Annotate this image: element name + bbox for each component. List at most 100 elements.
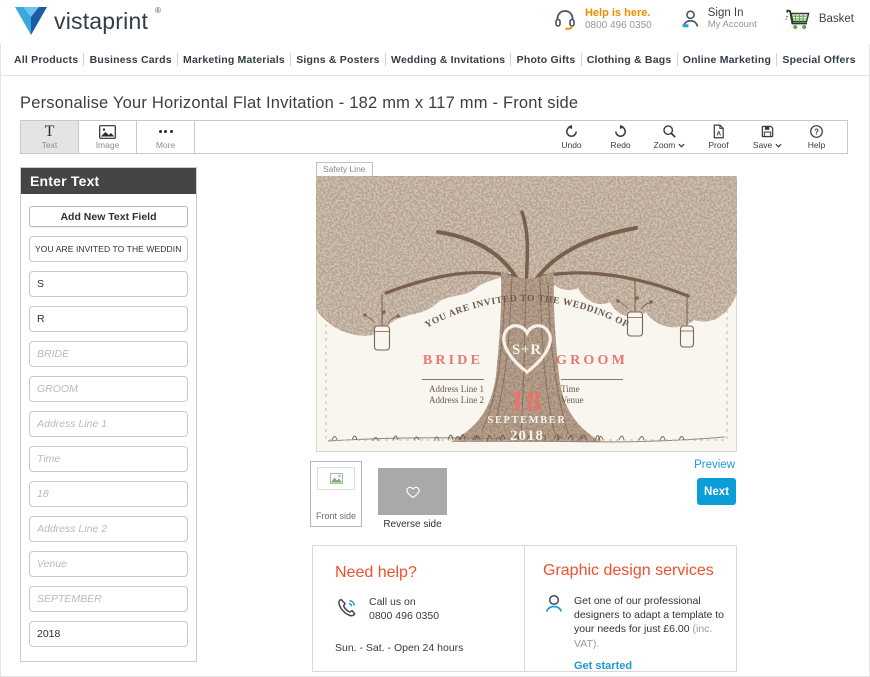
nav-divider [385,53,386,66]
reverse-side-label: Reverse side [378,519,447,530]
redo-button[interactable]: Redo [596,124,645,150]
address-line-1-text[interactable]: Address Line 1 [429,384,484,394]
proof-label: Proof [708,140,728,150]
help-title: Help is here. [585,7,652,20]
venue-text[interactable]: Venue [561,395,584,405]
help-button[interactable]: ? Help [792,124,841,150]
text-field-month[interactable] [29,586,188,612]
groom-text[interactable]: GROOM [556,353,628,368]
nav-wedding-invitations[interactable]: Wedding & Invitations [391,54,505,66]
help-icon: ? [809,124,824,139]
support-phone-number: 0800 496 0350 [369,610,439,624]
save-floppy-icon [760,124,775,139]
zoom-button[interactable]: Zoom [645,124,694,150]
nav-divider [510,53,511,66]
zoom-icon [662,124,677,139]
help-contact[interactable]: Help is here. 0800 496 0350 [553,7,652,31]
nav-divider [677,53,678,66]
initials-text[interactable]: S+R [512,342,542,358]
text-field-invited[interactable] [29,236,188,262]
zoom-label: Zoom [654,140,676,150]
vistaprint-logo[interactable]: vistaprint ® [14,6,161,36]
redo-label: Redo [610,140,630,150]
text-field-bride[interactable] [29,341,188,367]
headset-icon [553,7,577,31]
text-field-groom[interactable] [29,376,188,402]
image-tool-icon [99,124,116,139]
phone-icon [335,596,359,620]
design-services-body: Get one of our professional designers to… [574,594,734,651]
header-utilities: Help is here. 0800 496 0350 Sign In My A… [553,7,854,31]
editor-toolbar: T Text Image More Undo [20,120,848,154]
front-side-thumbnail[interactable]: Front side [310,461,362,527]
proof-button[interactable]: A Proof [694,124,743,150]
site-header: vistaprint ® Help is here. 0800 496 0350 [0,0,870,44]
nav-signs-posters[interactable]: Signs & Posters [296,54,380,66]
nav-divider [83,53,84,66]
front-side-label: Front side [311,511,361,521]
design-canvas[interactable]: YOU ARE INVITED TO THE WEDDING OF BRIDE … [316,176,737,452]
vistaprint-editor-page: vistaprint ® Help is here. 0800 496 0350 [0,0,870,677]
nav-photo-gifts[interactable]: Photo Gifts [517,54,576,66]
design-services-section: Graphic design services Get one of our p… [524,546,736,671]
tab-text[interactable]: T Text [21,121,79,153]
undo-icon [564,124,579,139]
day-text[interactable]: 18 [510,383,543,418]
text-field-venue[interactable] [29,551,188,577]
text-field-time[interactable] [29,446,188,472]
text-field-initial-s[interactable] [29,271,188,297]
nav-online-marketing[interactable]: Online Marketing [683,54,771,66]
person-icon [680,9,700,29]
design-services-heading: Graphic design services [543,562,736,580]
reverse-side-thumbnail[interactable]: Reverse side [378,468,447,530]
get-started-link[interactable]: Get started [574,660,736,672]
tab-image[interactable]: Image [79,121,137,153]
chevron-down-icon [678,143,685,148]
month-text[interactable]: SEPTEMBER [487,415,566,426]
tab-image-label: Image [96,140,120,150]
basket[interactable]: Basket [785,8,854,30]
heart-icon [405,485,421,499]
text-field-address-2[interactable] [29,516,188,542]
tab-more[interactable]: More [137,121,195,153]
nav-all-products[interactable]: All Products [14,54,78,66]
need-help-heading: Need help? [335,564,524,582]
basket-label: Basket [819,13,854,25]
vistaprint-v-icon [14,6,48,36]
image-placeholder-icon [330,473,343,484]
next-button[interactable]: Next [697,478,736,505]
undo-button[interactable]: Undo [547,124,596,150]
help-phone: 0800 496 0350 [585,20,652,32]
toolbar-actions: Undo Redo Zoom [547,121,847,153]
registered-mark: ® [155,6,161,15]
text-field-address-1[interactable] [29,411,188,437]
text-field-day[interactable] [29,481,188,507]
text-tool-icon: T [45,124,55,139]
nav-divider [177,53,178,66]
add-text-field-button[interactable]: Add New Text Field [29,206,188,227]
time-text[interactable]: Time [561,384,580,394]
call-us-row[interactable]: Call us on 0800 496 0350 [335,596,524,623]
support-panel: Need help? Call us on 0800 496 0350 Sun.… [312,545,737,672]
nav-clothing-bags[interactable]: Clothing & Bags [587,54,672,66]
reverse-thumbnail-preview [378,468,447,515]
svg-text:?: ? [814,127,819,136]
text-field-initial-r[interactable] [29,306,188,332]
nav-business-cards[interactable]: Business Cards [90,54,172,66]
text-field-year[interactable] [29,621,188,647]
more-options-icon [159,124,173,139]
address-line-2-text[interactable]: Address Line 2 [429,395,484,405]
help-label: Help [808,140,825,150]
preview-link[interactable]: Preview [650,459,735,471]
svg-text:A: A [716,131,721,138]
nav-marketing-materials[interactable]: Marketing Materials [183,54,285,66]
nav-divider [290,53,291,66]
sign-in[interactable]: Sign In My Account [680,7,757,31]
bride-text[interactable]: BRIDE [423,353,483,368]
basket-cart-icon [785,8,811,30]
chevron-down-icon [775,143,782,148]
save-button[interactable]: Save [743,124,792,150]
year-text[interactable]: 2018 [510,428,544,444]
nav-special-offers[interactable]: Special Offers [782,54,855,66]
logo-wordmark: vistaprint [54,6,148,36]
